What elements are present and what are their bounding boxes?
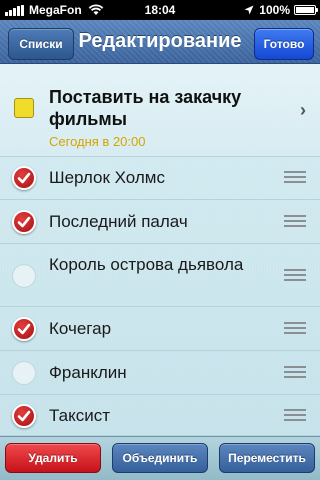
checkmark-unchecked-icon[interactable] bbox=[12, 263, 36, 288]
task-title: Поставить на закачку фильмы bbox=[49, 87, 242, 129]
battery-fill bbox=[296, 7, 314, 13]
battery-percent: 100% bbox=[259, 3, 290, 17]
location-arrow-icon bbox=[244, 5, 254, 15]
reorder-handle-icon[interactable] bbox=[284, 215, 306, 229]
checkmark-checked-icon[interactable] bbox=[12, 166, 36, 190]
move-button[interactable]: Переместить bbox=[219, 443, 315, 473]
status-right: 100% bbox=[244, 3, 318, 17]
nav-bar: Списки Редактирование Готово bbox=[0, 20, 320, 64]
list-item[interactable]: Кочегар bbox=[0, 307, 320, 351]
list-item[interactable]: Шерлок Холмс bbox=[0, 156, 320, 200]
list-item[interactable]: Франклин bbox=[0, 351, 320, 395]
checkmark-checked-icon[interactable] bbox=[12, 403, 36, 428]
task-color-swatch[interactable] bbox=[14, 98, 34, 118]
reorder-handle-icon[interactable] bbox=[284, 322, 306, 336]
battery-icon bbox=[294, 5, 318, 15]
list-item[interactable]: Последний палач bbox=[0, 200, 320, 244]
checkmark-checked-icon[interactable] bbox=[12, 210, 36, 234]
reorder-handle-icon[interactable] bbox=[284, 408, 306, 423]
merge-button[interactable]: Объединить bbox=[112, 443, 208, 473]
reorder-handle-icon[interactable] bbox=[284, 268, 306, 283]
list-item-label: Таксист bbox=[49, 405, 110, 425]
chevron-right-icon[interactable]: › bbox=[300, 100, 306, 121]
checkmark-unchecked-icon[interactable] bbox=[12, 361, 36, 385]
task-due-date: Сегодня в 20:00 bbox=[49, 134, 146, 149]
list-item[interactable]: Таксист bbox=[0, 395, 320, 436]
list-item-label: Король острова дьявола bbox=[49, 254, 244, 274]
delete-button[interactable]: Удалить bbox=[5, 443, 101, 473]
list-item-label: Последний палач bbox=[49, 212, 188, 231]
checkmark-checked-icon[interactable] bbox=[12, 317, 36, 341]
list-item-label: Франклин bbox=[49, 363, 127, 382]
list-item-label: Кочегар bbox=[49, 319, 112, 338]
status-bar: MegaFon 18:04 100% bbox=[0, 0, 320, 20]
done-button[interactable]: Готово bbox=[254, 28, 314, 60]
bottom-toolbar: Удалить Объединить Переместить bbox=[0, 436, 320, 480]
task-editor: Поставить на закачку фильмы Сегодня в 20… bbox=[0, 64, 320, 436]
list-item-label: Шерлок Холмс bbox=[49, 168, 165, 187]
reorder-handle-icon[interactable] bbox=[284, 366, 306, 380]
list-item[interactable]: Король острова дьявола bbox=[0, 244, 320, 307]
reorder-handle-icon[interactable] bbox=[284, 171, 306, 185]
task-header-row[interactable]: Поставить на закачку фильмы Сегодня в 20… bbox=[0, 64, 320, 157]
